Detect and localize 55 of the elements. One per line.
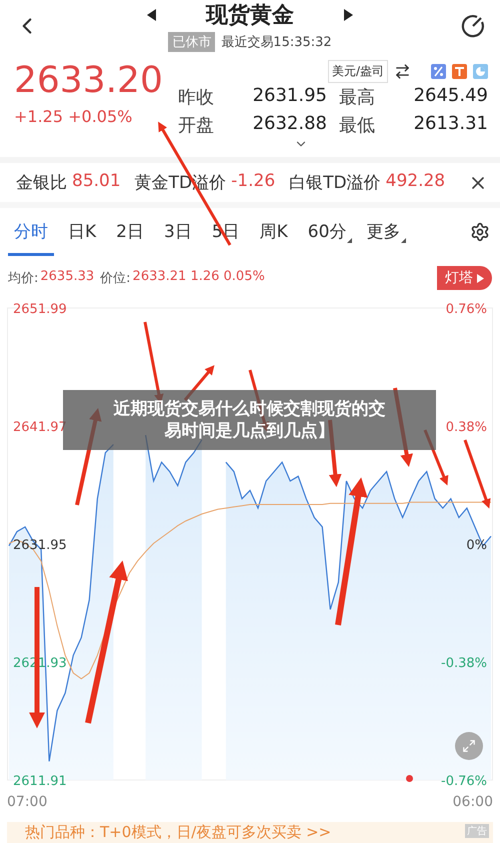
spread-value: 492.28 bbox=[386, 171, 446, 193]
tool-icon[interactable] bbox=[452, 64, 467, 79]
live-dot bbox=[406, 775, 413, 782]
price-value: 2633.21 1.26 0.05% bbox=[132, 269, 265, 286]
lighthouse-button[interactable]: 灯塔 bbox=[437, 266, 492, 290]
axis-label: 2651.99 bbox=[13, 302, 67, 317]
stat-value: 2645.49 bbox=[412, 85, 488, 108]
stat-value: 2632.88 bbox=[252, 113, 327, 136]
current-price: 2633.20 bbox=[14, 60, 164, 101]
spread-value: -1.26 bbox=[231, 171, 276, 193]
unit-button[interactable]: 美元/盎司 bbox=[328, 60, 388, 83]
stat-label: 开盘 bbox=[177, 114, 214, 137]
axis-label: 2611.91 bbox=[13, 774, 67, 789]
period-tab[interactable]: 周K bbox=[254, 216, 294, 256]
axis-label: 0.38% bbox=[446, 420, 487, 435]
previous-icon[interactable] bbox=[147, 9, 156, 21]
percent-icon[interactable] bbox=[431, 64, 446, 79]
spread-value: 85.01 bbox=[72, 171, 121, 193]
period-tab[interactable]: 更多 bbox=[360, 216, 406, 256]
avg-label: 均价: bbox=[8, 270, 38, 287]
price-label: 价位: bbox=[100, 270, 131, 287]
stat-value: 2631.95 bbox=[252, 85, 327, 108]
expand-arrows-icon bbox=[462, 739, 476, 753]
page-title: 现货黄金 bbox=[206, 2, 294, 30]
play-icon bbox=[477, 274, 484, 282]
spread-label: 白银TD溢价 bbox=[289, 172, 381, 194]
stat-label: 昨收 bbox=[177, 86, 214, 109]
avg-value: 2635.33 bbox=[40, 269, 94, 286]
swap-icon[interactable] bbox=[394, 63, 411, 80]
settings-icon[interactable] bbox=[470, 222, 490, 242]
stat-label: 最高 bbox=[338, 86, 375, 109]
dropdown-corner-icon bbox=[347, 238, 352, 243]
period-tab[interactable]: 日K bbox=[62, 216, 102, 256]
last-trade-time: 最近交易15:35:32 bbox=[221, 34, 332, 51]
market-status: 已休市 bbox=[168, 32, 216, 52]
axis-label: 0.76% bbox=[446, 302, 487, 317]
time-label: 06:00 bbox=[452, 794, 493, 810]
axis-label: -0.38% bbox=[441, 656, 487, 671]
ad-text: 热门品种：T+0模式，日/夜盘可多次买卖 >> bbox=[25, 823, 332, 842]
period-tab[interactable]: 3日 bbox=[158, 216, 198, 256]
timer-icon[interactable] bbox=[460, 13, 486, 39]
time-label: 07:00 bbox=[7, 794, 48, 810]
period-tab[interactable]: 2日 bbox=[110, 216, 150, 256]
spread-label: 金银比 bbox=[16, 172, 67, 194]
price-change: +1.25 +0.05% bbox=[14, 107, 134, 126]
period-tab[interactable]: 60分 bbox=[302, 216, 352, 256]
stat-value: 2613.31 bbox=[412, 113, 488, 136]
axis-label: -0.76% bbox=[441, 774, 487, 789]
period-tab[interactable]: 分时 bbox=[8, 216, 54, 256]
dropdown-corner-icon bbox=[401, 238, 406, 243]
stat-label: 最低 bbox=[338, 114, 375, 137]
next-icon[interactable] bbox=[344, 9, 353, 21]
annotation-arrow bbox=[464, 440, 491, 509]
overlay-caption: 近期现货交易什么时候交割现货的交易时间是几点到几点】 bbox=[63, 390, 436, 450]
axis-label: 0% bbox=[466, 538, 487, 553]
